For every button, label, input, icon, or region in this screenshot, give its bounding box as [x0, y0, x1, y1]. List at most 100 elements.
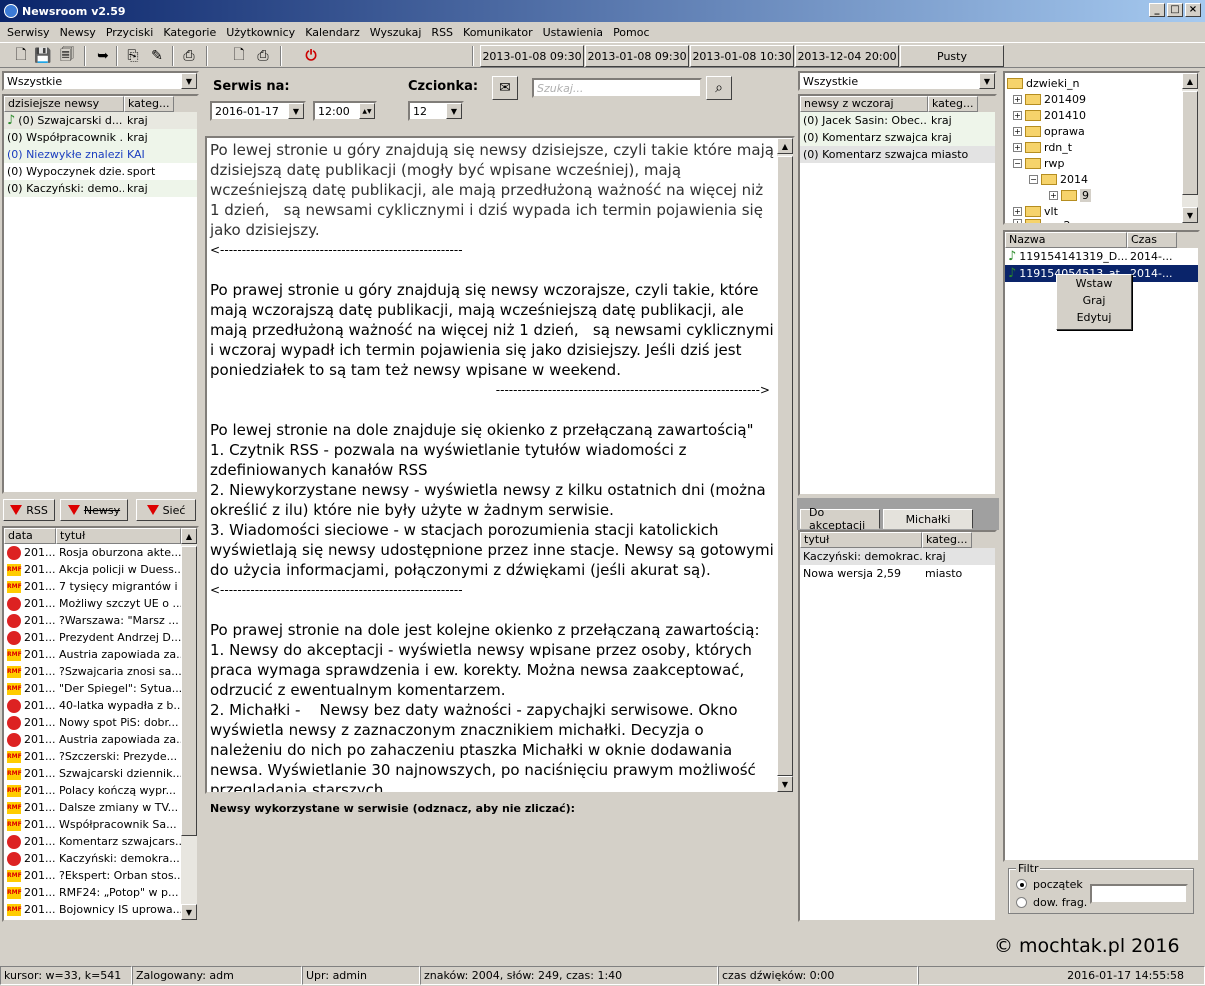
menu-ustawienia[interactable]: Ustawienia: [538, 26, 608, 39]
tree-scrollbar[interactable]: ▲ ▼: [1182, 73, 1198, 223]
menu-newsy[interactable]: Newsy: [55, 26, 101, 39]
column-header-category[interactable]: kateg...: [922, 532, 972, 548]
column-header-today[interactable]: dzisiejsze newsy: [4, 96, 124, 112]
tree-item[interactable]: −2014: [1029, 171, 1088, 187]
used-news-list[interactable]: [205, 818, 795, 922]
table-row[interactable]: RMF 201... ?Ekspert: Orban stos...: [4, 867, 197, 884]
schedule-button-2[interactable]: 2013-01-08 09:30: [585, 45, 689, 67]
table-row[interactable]: Kaczyński: demokrac... kraj: [800, 548, 995, 565]
yesterday-filter-select[interactable]: Wszystkie ▼: [798, 71, 997, 91]
tree-item[interactable]: +201410: [1013, 107, 1086, 123]
table-row[interactable]: 201... 40-latka wypadła z b...: [4, 697, 197, 714]
tab-do-akceptacji[interactable]: Do akceptacji: [800, 506, 880, 532]
expand-icon[interactable]: +: [1013, 126, 1022, 136]
acceptance-news-list[interactable]: tytuł kateg... Kaczyński: demokrac... kra…: [798, 530, 997, 922]
pencil-icon[interactable]: ✎: [146, 45, 168, 67]
table-row[interactable]: (0) Komentarz szwajca... miasto: [800, 146, 995, 163]
column-header-yesterday[interactable]: newsy z wczoraj: [800, 96, 928, 112]
new-document-icon[interactable]: 🗋: [10, 45, 32, 67]
context-menu-edit[interactable]: Edytuj: [1057, 309, 1131, 326]
spinner-arrows-icon[interactable]: ▲▼: [359, 103, 375, 119]
table-row[interactable]: (0) Niezwykłe znalezi... KAI: [4, 146, 197, 163]
yesterday-news-list[interactable]: newsy z wczoraj kateg... (0) Jacek Sasin…: [798, 94, 997, 496]
tree-item[interactable]: + oprawa: [1013, 123, 1085, 139]
tree-item[interactable]: dzwieki_n: [1007, 75, 1079, 91]
table-row[interactable]: (0) Kaczyński: demo... kraj: [4, 180, 197, 197]
column-header-title[interactable]: tytuł: [800, 532, 922, 548]
news-editor[interactable]: Po lewej stronie u góry znajdują się new…: [205, 136, 795, 794]
folder-tree[interactable]: dzwieki_n +201409 +201410 + oprawa + rdn_t…: [1003, 71, 1200, 225]
expand-icon[interactable]: +: [1013, 110, 1022, 120]
search-input[interactable]: Szukaj...: [532, 78, 702, 98]
feed-scrollbar[interactable]: ▲ ▼: [181, 528, 197, 920]
chevron-down-icon[interactable]: ▼: [288, 103, 304, 119]
column-header-time[interactable]: Czas: [1127, 232, 1177, 248]
expand-icon[interactable]: +: [1049, 190, 1058, 200]
network-news-button[interactable]: Sieć: [136, 499, 196, 521]
radio-checked-icon[interactable]: [1016, 879, 1027, 890]
tree-item[interactable]: +201409: [1013, 91, 1086, 107]
tree-item[interactable]: +9: [1049, 187, 1091, 203]
table-row[interactable]: 201... Nowy spot PiS: dobr...: [4, 714, 197, 731]
filter-input[interactable]: [1090, 884, 1188, 904]
today-filter-select[interactable]: Wszystkie ▼: [2, 71, 199, 91]
table-row[interactable]: (0) Jacek Sasin: Obec... kraj: [800, 112, 995, 129]
expand-icon[interactable]: +: [1013, 206, 1022, 216]
maximize-button[interactable]: □: [1167, 3, 1183, 17]
table-row[interactable]: RMF 201... ?Szczerski: Prezyde...: [4, 748, 197, 765]
column-header-name[interactable]: Nazwa: [1005, 232, 1127, 248]
table-row[interactable]: (0) Współpracownik ... kraj: [4, 129, 197, 146]
schedule-button-4[interactable]: 2013-12-04 20:00: [795, 45, 899, 67]
chevron-down-icon[interactable]: ▼: [181, 73, 197, 89]
unused-news-button[interactable]: Newsy: [60, 499, 128, 521]
menu-rss[interactable]: RSS: [426, 26, 458, 39]
menu-kategorie[interactable]: Kategorie: [158, 26, 221, 39]
menu-przyciski[interactable]: Przyciski: [101, 26, 159, 39]
table-row[interactable]: RMF 201... Współpracownik Sa...: [4, 816, 197, 833]
table-row[interactable]: 201... Możliwy szczyt UE o ...: [4, 595, 197, 612]
table-row[interactable]: ♪ (0) Szwajcarski d... kraj: [4, 112, 197, 129]
collapse-icon[interactable]: −: [1013, 158, 1022, 168]
column-header-date[interactable]: data: [4, 528, 56, 544]
schedule-button-3[interactable]: 2013-01-08 10:30: [690, 45, 794, 67]
tree-item[interactable]: + rdn_t: [1013, 139, 1072, 155]
rss-feed-button[interactable]: RSS: [3, 499, 55, 521]
table-row[interactable]: RMF 201... Austria zapowiada za...: [4, 646, 197, 663]
tree-item[interactable]: +vvv2c: [1013, 219, 1077, 223]
expand-icon[interactable]: +: [1013, 142, 1022, 152]
table-row[interactable]: RMF 201... "Der Spiegel": Sytua...: [4, 680, 197, 697]
table-row[interactable]: 201... Rosja oburzona akte...: [4, 544, 197, 561]
filter-option-start[interactable]: początek: [1016, 878, 1083, 891]
table-row[interactable]: RMF 201... Dalsze zmiany w TV...: [4, 799, 197, 816]
schedule-button-1[interactable]: 2013-01-08 09:30: [480, 45, 584, 67]
expand-icon[interactable]: +: [1013, 219, 1022, 223]
collapse-icon[interactable]: −: [1029, 174, 1038, 184]
date-picker[interactable]: 2016-01-17 ▼: [210, 101, 306, 121]
mail-button[interactable]: ✉: [492, 76, 518, 100]
time-spinner[interactable]: 12:00 ▲▼: [313, 101, 377, 121]
power-icon[interactable]: ⏻: [300, 45, 322, 67]
column-header-category[interactable]: kateg...: [124, 96, 174, 112]
table-row[interactable]: Nowa wersja 2,59 miasto: [800, 565, 995, 582]
table-row[interactable]: RMF 201... RMF24: „Potop" w p...: [4, 884, 197, 901]
table-row[interactable]: ♪ 119154141319_D... 2014-...: [1005, 248, 1198, 265]
search-button[interactable]: ⌕: [706, 76, 732, 100]
context-menu-insert[interactable]: Wstaw: [1057, 275, 1131, 292]
tab-michalki[interactable]: Michałki: [883, 509, 973, 529]
table-row[interactable]: 201... Kaczyński: demokra...: [4, 850, 197, 867]
save-as-icon[interactable]: 🗐: [56, 45, 78, 67]
copy-icon[interactable]: ⎘: [122, 45, 144, 67]
table-row[interactable]: (0) Komentarz szwajca... kraj: [800, 129, 995, 146]
table-row[interactable]: RMF 201... Akcja policji w Duess...: [4, 561, 197, 578]
editor-scrollbar[interactable]: ▲ ▼: [777, 138, 793, 792]
menu-kalendarz[interactable]: Kalendarz: [300, 26, 365, 39]
tree-item[interactable]: − rwp: [1013, 155, 1065, 171]
save-icon[interactable]: 💾: [32, 45, 54, 67]
context-menu-play[interactable]: Graj: [1057, 292, 1131, 309]
chevron-down-icon[interactable]: ▼: [979, 73, 995, 89]
schedule-button-empty[interactable]: Pusty: [900, 45, 1004, 67]
table-row[interactable]: RMF 201... Szwajcarski dziennik...: [4, 765, 197, 782]
rss-feed-list[interactable]: data tytuł 201... Rosja oburzona akte... R…: [2, 526, 199, 922]
export-icon[interactable]: ➥: [92, 45, 114, 67]
tree-item[interactable]: + vlt: [1013, 203, 1058, 219]
